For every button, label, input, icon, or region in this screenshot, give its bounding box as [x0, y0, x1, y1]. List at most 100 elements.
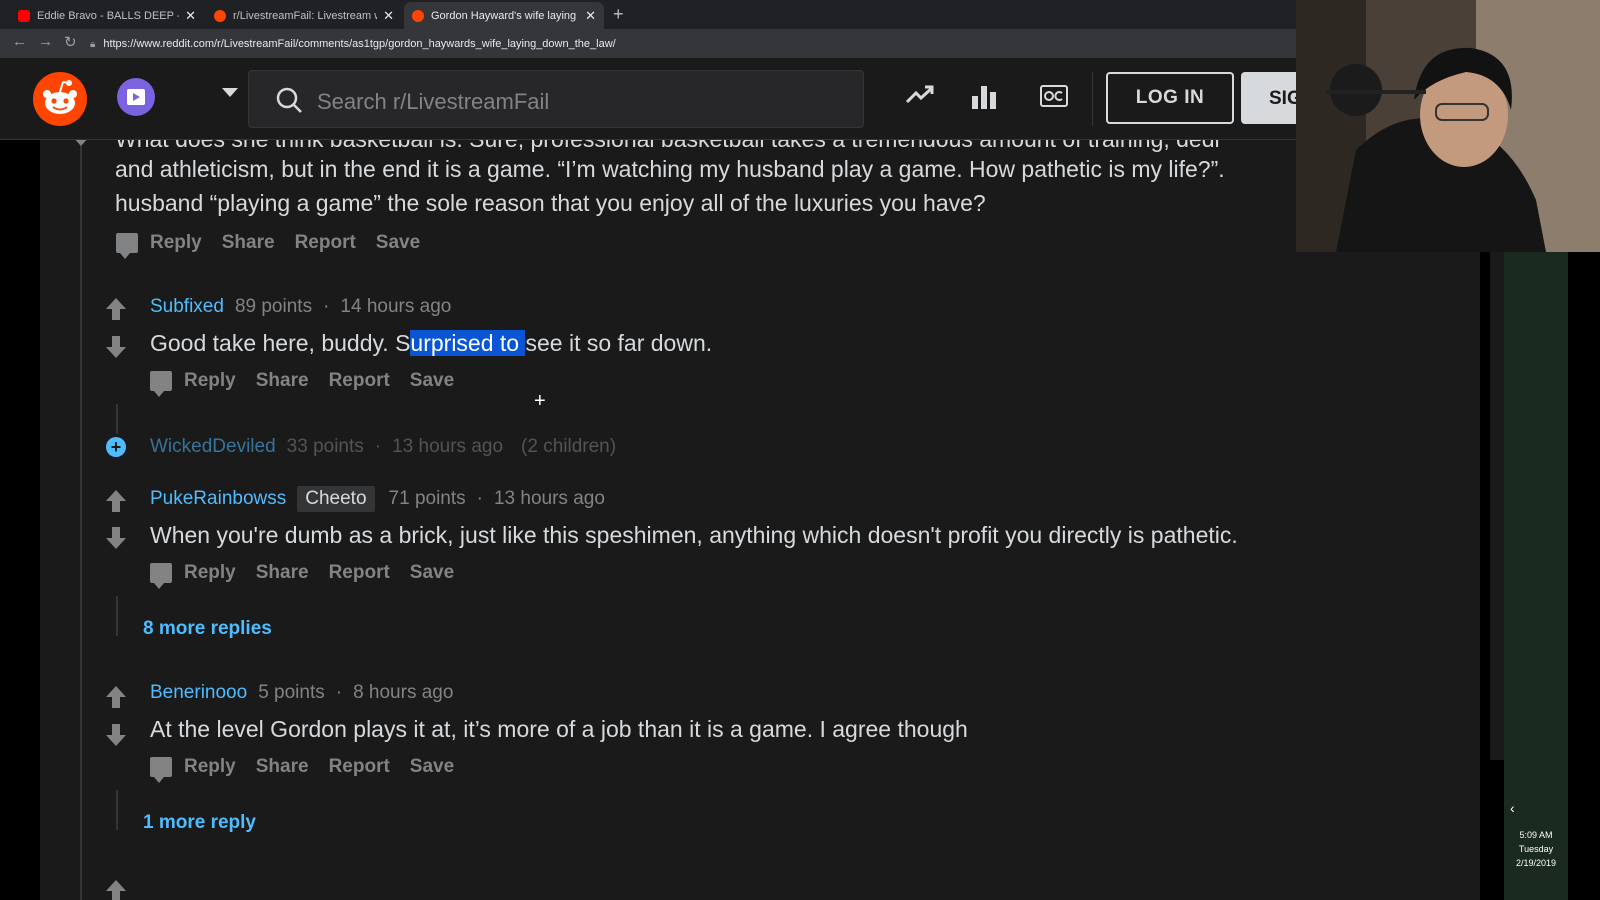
forward-arrow-icon[interactable]: → — [38, 33, 53, 50]
taskbar-clock: 5:09 AM Tuesday 2/19/2019 — [1507, 828, 1565, 870]
expand-icon[interactable]: + — [106, 437, 126, 457]
upvote-icon[interactable] — [106, 298, 126, 320]
chevron-down-icon[interactable] — [222, 88, 238, 97]
report-button[interactable]: Report — [329, 370, 390, 392]
separator: · — [476, 488, 483, 509]
comment-text-line: and athleticism, but in the end it is a … — [115, 156, 1225, 182]
comment-text-part: Good take here, buddy. S — [150, 330, 411, 356]
downvote-icon[interactable] — [106, 724, 126, 746]
close-tab-icon[interactable]: ✕ — [383, 8, 394, 24]
downvote-icon[interactable] — [106, 527, 126, 549]
reply-button[interactable]: Reply — [184, 756, 236, 778]
children-count: (2 children) — [521, 436, 617, 457]
username-link[interactable]: Benerinooo — [150, 682, 247, 704]
timestamp[interactable]: 13 hours ago — [392, 436, 503, 458]
downvote-icon[interactable] — [72, 140, 90, 146]
comment-text-line: What does she think basketball is. Sure,… — [115, 140, 1220, 153]
share-button[interactable]: Share — [256, 562, 309, 584]
comment-meta: PukeRainbowss Cheeto 71 points · 13 hour… — [150, 486, 605, 512]
reply-button[interactable]: Reply — [184, 562, 236, 584]
points: 5 points — [258, 682, 325, 703]
reddit-favicon-icon — [214, 9, 226, 22]
timestamp[interactable]: 8 hours ago — [353, 682, 453, 704]
trending-icon[interactable] — [905, 84, 935, 106]
report-button[interactable]: Report — [295, 232, 356, 254]
browser-tab-bar: Eddie Bravo - BALLS DEEP - Flat E ✕ r/Li… — [0, 0, 1296, 29]
points: 33 points — [286, 436, 364, 457]
close-tab-icon[interactable]: ✕ — [585, 8, 596, 24]
comment-bubble-icon — [150, 371, 172, 397]
username-link[interactable]: PukeRainbowss — [150, 488, 286, 510]
share-button[interactable]: Share — [256, 756, 309, 778]
address-bar: ← → ↻ 🔒︎ https://www.reddit.com/r/Livest… — [0, 29, 1296, 58]
timestamp[interactable]: 14 hours ago — [340, 296, 451, 318]
share-button[interactable]: Share — [256, 370, 309, 392]
comment-bubble-icon — [116, 233, 138, 259]
comment-text-line: husband “playing a game” the sole reason… — [115, 190, 986, 216]
webcam-overlay — [1296, 0, 1600, 252]
thread-line[interactable] — [116, 790, 118, 830]
save-button[interactable]: Save — [410, 370, 454, 392]
save-button[interactable]: Save — [376, 232, 420, 254]
username-link[interactable]: Subfixed — [150, 296, 224, 318]
tab-youtube[interactable]: Eddie Bravo - BALLS DEEP - Flat E ✕ — [10, 2, 204, 29]
comment-actions: Reply Share Report Save — [150, 562, 474, 589]
report-button[interactable]: Report — [329, 756, 390, 778]
youtube-favicon-icon — [18, 9, 30, 22]
timestamp[interactable]: 13 hours ago — [494, 488, 605, 510]
upvote-icon[interactable] — [106, 490, 126, 512]
username-link[interactable]: WickedDeviled — [150, 436, 276, 458]
more-replies-link[interactable]: 8 more replies — [143, 618, 272, 640]
user-flair: Cheeto — [297, 486, 375, 512]
close-tab-icon[interactable]: ✕ — [185, 8, 196, 24]
reply-button[interactable]: Reply — [184, 370, 236, 392]
upvote-icon[interactable] — [106, 686, 126, 708]
reload-icon[interactable]: ↻ — [64, 33, 77, 51]
reddit-favicon-icon — [412, 9, 424, 22]
subreddit-icon[interactable] — [117, 78, 155, 116]
tab-title: Gordon Hayward's wife laying do — [431, 9, 580, 22]
comment-meta: WickedDeviled 33 points · 13 hours ago (… — [150, 436, 616, 458]
oc-icon[interactable] — [1040, 85, 1068, 107]
comment-text: Good take here, buddy. Surprised to see … — [150, 330, 712, 357]
comment-bubble-icon — [150, 563, 172, 589]
separator: · — [335, 682, 343, 703]
separator: · — [323, 296, 330, 317]
report-button[interactable]: Report — [329, 562, 390, 584]
thread-line[interactable] — [80, 140, 82, 900]
tab-livestreamfail[interactable]: r/LivestreamFail: Livestream win ✕ — [206, 2, 402, 29]
cursor-crosshair-icon: + — [534, 390, 546, 412]
comment-text: When you're dumb as a brick, just like t… — [150, 522, 1238, 548]
more-replies-link[interactable]: 1 more reply — [143, 812, 256, 834]
points: 71 points — [388, 488, 466, 509]
comment-text: At the level Gordon plays it at, it’s mo… — [150, 716, 968, 742]
upvote-icon[interactable] — [106, 880, 126, 900]
url-text: https://www.reddit.com/r/LivestreamFail/… — [103, 38, 616, 50]
search-input[interactable]: Search r/LivestreamFail — [317, 89, 549, 115]
back-arrow-icon[interactable]: ← — [12, 33, 27, 50]
save-button[interactable]: Save — [410, 562, 454, 584]
reddit-logo-icon[interactable] — [33, 72, 87, 126]
reply-button[interactable]: Reply — [150, 232, 202, 254]
comment-bubble-icon — [150, 757, 172, 783]
thread-line[interactable] — [116, 404, 118, 434]
save-button[interactable]: Save — [410, 756, 454, 778]
comment-meta: Benerinooo 5 points · 8 hours ago — [150, 682, 453, 704]
tab-gordon-hayward[interactable]: Gordon Hayward's wife laying do ✕ — [404, 2, 604, 29]
comment-actions: Reply Share Report Save — [150, 370, 474, 397]
lock-icon: 🔒︎ — [90, 38, 96, 50]
clock-date: 2/19/2019 — [1515, 858, 1557, 868]
thread-line[interactable] — [116, 596, 118, 636]
downvote-icon[interactable] — [106, 336, 126, 358]
chevron-left-icon[interactable]: ‹ — [1510, 800, 1515, 816]
share-button[interactable]: Share — [222, 232, 275, 254]
login-button[interactable]: LOG IN — [1106, 72, 1234, 124]
signup-button[interactable]: SIGN UP — [1241, 72, 1301, 124]
content-area: What does she think basketball is. Sure,… — [0, 140, 1522, 900]
new-tab-button[interactable]: + — [613, 4, 624, 25]
popular-icon[interactable] — [971, 82, 997, 110]
url-field[interactable]: 🔒︎ https://www.reddit.com/r/LivestreamFa… — [90, 34, 1290, 54]
tab-title: r/LivestreamFail: Livestream win — [233, 9, 378, 22]
search-bar[interactable]: Search r/LivestreamFail — [248, 70, 864, 128]
reddit-header: Search r/LivestreamFail LOG IN SIGN UP — [0, 58, 1301, 140]
